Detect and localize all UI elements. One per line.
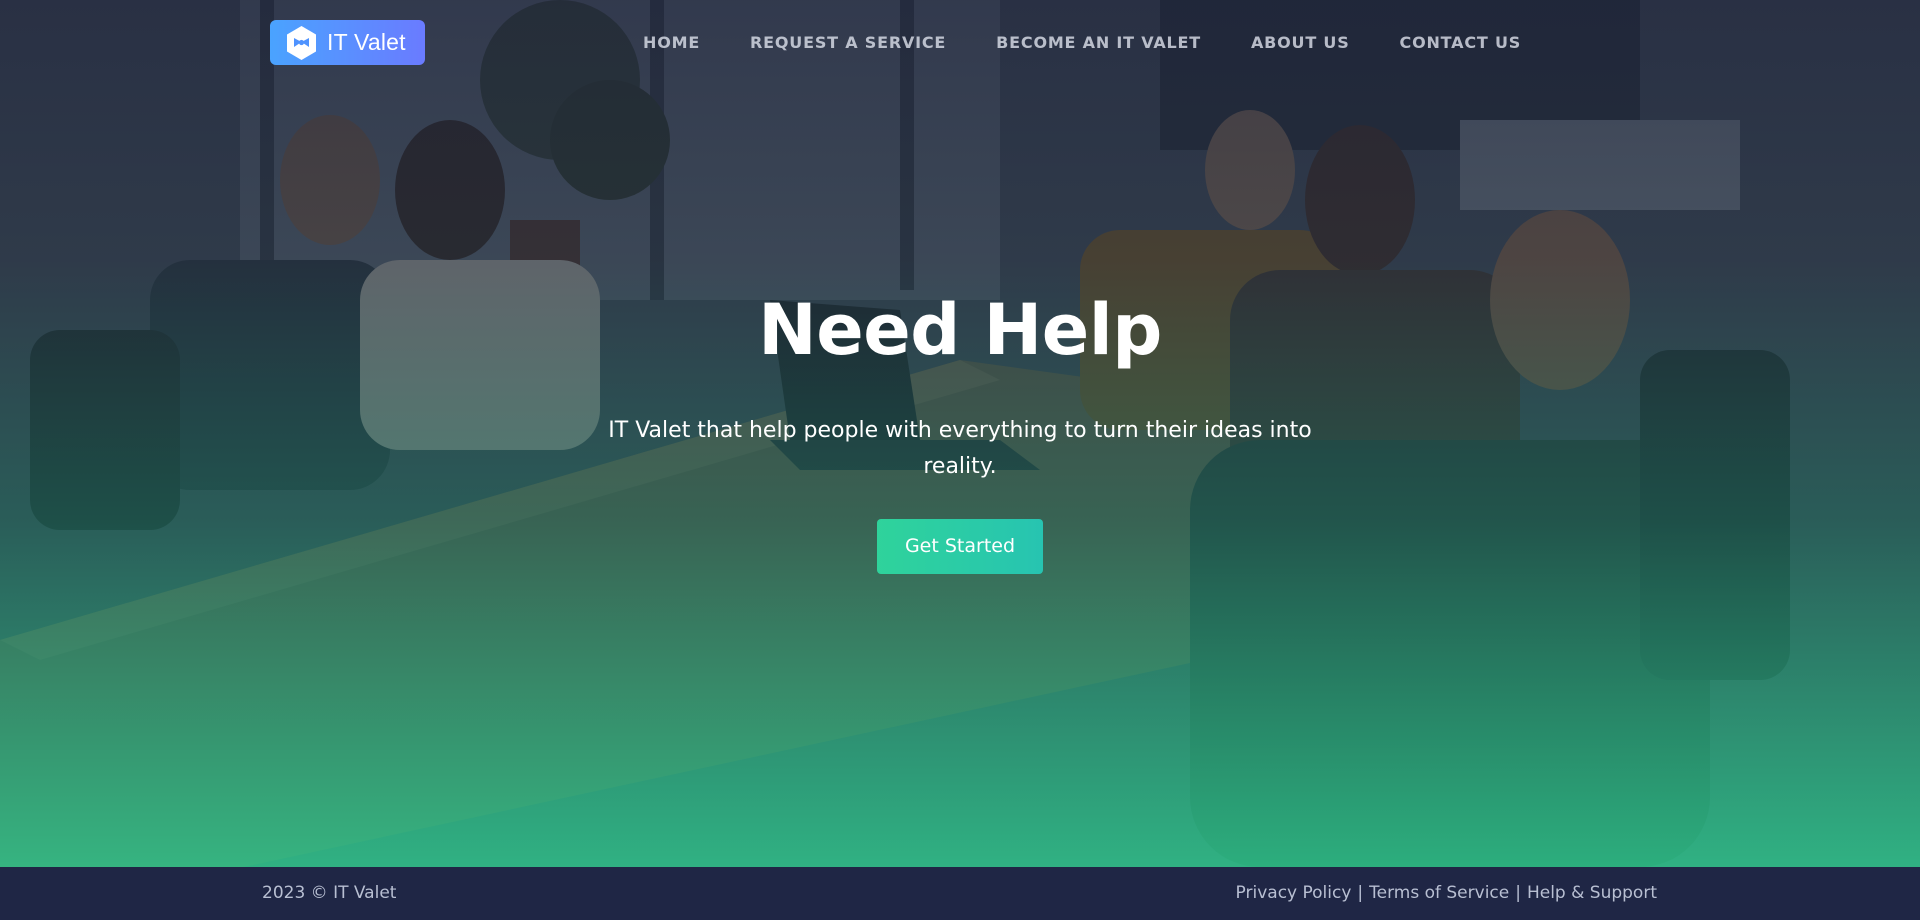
navbar: IT Valet HOME REQUEST A SERVICE BECOME A… [0,0,1920,90]
nav-link-about-us[interactable]: ABOUT US [1251,33,1350,52]
terms-of-service-link[interactable]: Terms of Service [1369,883,1509,903]
nav-menu: HOME REQUEST A SERVICE BECOME AN IT VALE… [643,33,1521,52]
footer-links: Privacy Policy | Terms of Service | Help… [1236,883,1657,903]
hero-content: Need Help IT Valet that help people with… [0,285,1920,574]
privacy-policy-link[interactable]: Privacy Policy [1236,883,1352,903]
hero-title: Need Help [758,289,1162,371]
nav-link-contact-us[interactable]: CONTACT US [1400,33,1522,52]
help-support-link[interactable]: Help & Support [1527,883,1657,903]
copyright-text: 2023 © IT Valet [262,883,397,903]
hero-subtitle: IT Valet that help people with everythin… [608,418,1312,479]
footer-separator: | [1515,883,1521,903]
hero-section: IT Valet HOME REQUEST A SERVICE BECOME A… [0,0,1920,867]
footer-separator: | [1357,883,1364,903]
footer: 2023 © IT Valet Privacy Policy | Terms o… [0,867,1920,920]
brand-logo[interactable]: IT Valet [270,20,425,65]
nav-link-request-service[interactable]: REQUEST A SERVICE [750,33,946,52]
hexagon-bowtie-icon [287,25,316,60]
nav-link-home[interactable]: HOME [643,33,700,52]
brand-name: IT Valet [327,29,406,55]
get-started-button[interactable]: Get Started [877,519,1043,574]
nav-link-become-it-valet[interactable]: BECOME AN IT VALET [996,33,1201,52]
